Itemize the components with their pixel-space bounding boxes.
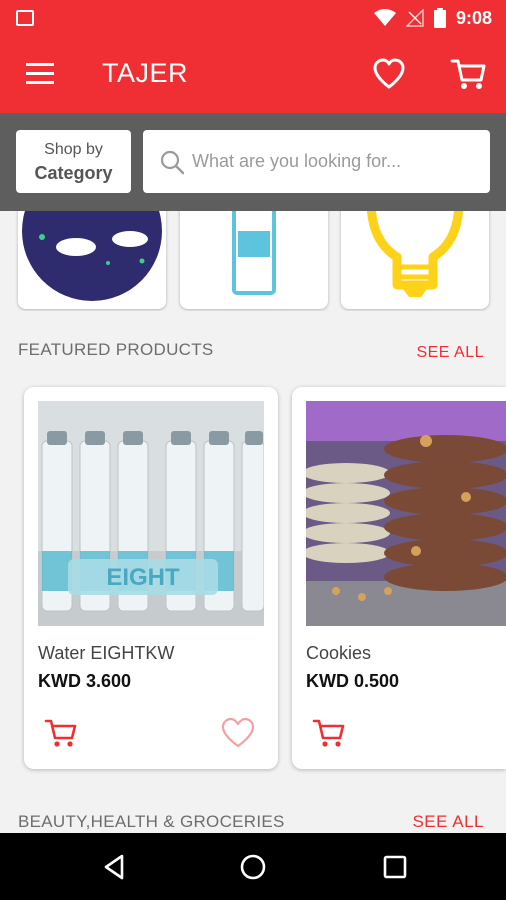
image-notification-icon [16, 10, 34, 26]
search-band: Shop by Category What are you looking fo… [0, 113, 506, 211]
status-bar: 9:08 [0, 0, 506, 36]
status-time: 9:08 [455, 7, 492, 28]
category-row [0, 211, 506, 311]
system-nav-bar [0, 833, 506, 900]
wifi-icon [373, 9, 396, 26]
back-icon[interactable] [100, 852, 130, 882]
beauty-section-title: BEAUTY,HEALTH & GROCERIES [18, 812, 285, 831]
moon-night-icon [22, 211, 162, 301]
search-input[interactable]: What are you looking for... [143, 130, 490, 193]
home-icon[interactable] [238, 852, 268, 882]
product-name: Cookies [306, 643, 372, 663]
category-card-water[interactable] [180, 211, 328, 309]
product-image-water: EIGHT [38, 401, 264, 626]
product-name: Water EIGHTKW [38, 643, 175, 663]
water-bottle-icon [232, 211, 276, 295]
search-placeholder: What are you looking for... [192, 151, 402, 171]
heart-icon[interactable] [372, 58, 406, 90]
product-price: KWD 3.600 [38, 671, 132, 691]
bottle-label-text: EIGHT [106, 564, 180, 591]
no-signal-icon [405, 9, 424, 27]
app-bar: TAJER [0, 36, 506, 113]
battery-icon [433, 8, 446, 28]
category-card-night[interactable] [18, 211, 166, 309]
recents-icon[interactable] [380, 852, 410, 882]
product-image-cookies [306, 401, 506, 626]
cart-icon[interactable] [450, 56, 486, 92]
light-bulb-icon [366, 211, 464, 297]
status-right: 9:08 [373, 6, 492, 30]
beauty-see-all-link[interactable]: SEE ALL [412, 812, 484, 832]
add-to-cart-icon[interactable] [44, 717, 78, 749]
add-to-cart-icon[interactable] [312, 717, 346, 749]
shop-by-category-button[interactable]: Shop by Category [16, 130, 131, 193]
category-label: Category [34, 163, 113, 183]
shop-by-label: Shop by [44, 141, 103, 158]
featured-see-all-link[interactable]: SEE ALL [416, 344, 484, 362]
search-icon [160, 150, 185, 175]
app-title: TAJER [102, 58, 189, 88]
category-card-electric[interactable] [341, 211, 489, 309]
wishlist-heart-icon[interactable] [220, 717, 256, 749]
product-card-water[interactable]: EIGHT Water EIGHTKW KWD 3.600 [24, 387, 278, 769]
menu-icon[interactable] [26, 63, 54, 85]
featured-products-title: FEATURED PRODUCTS [18, 340, 214, 359]
product-price: KWD 0.500 [306, 671, 400, 691]
product-card-cookies[interactable]: Cookies KWD 0.500 [292, 387, 506, 769]
